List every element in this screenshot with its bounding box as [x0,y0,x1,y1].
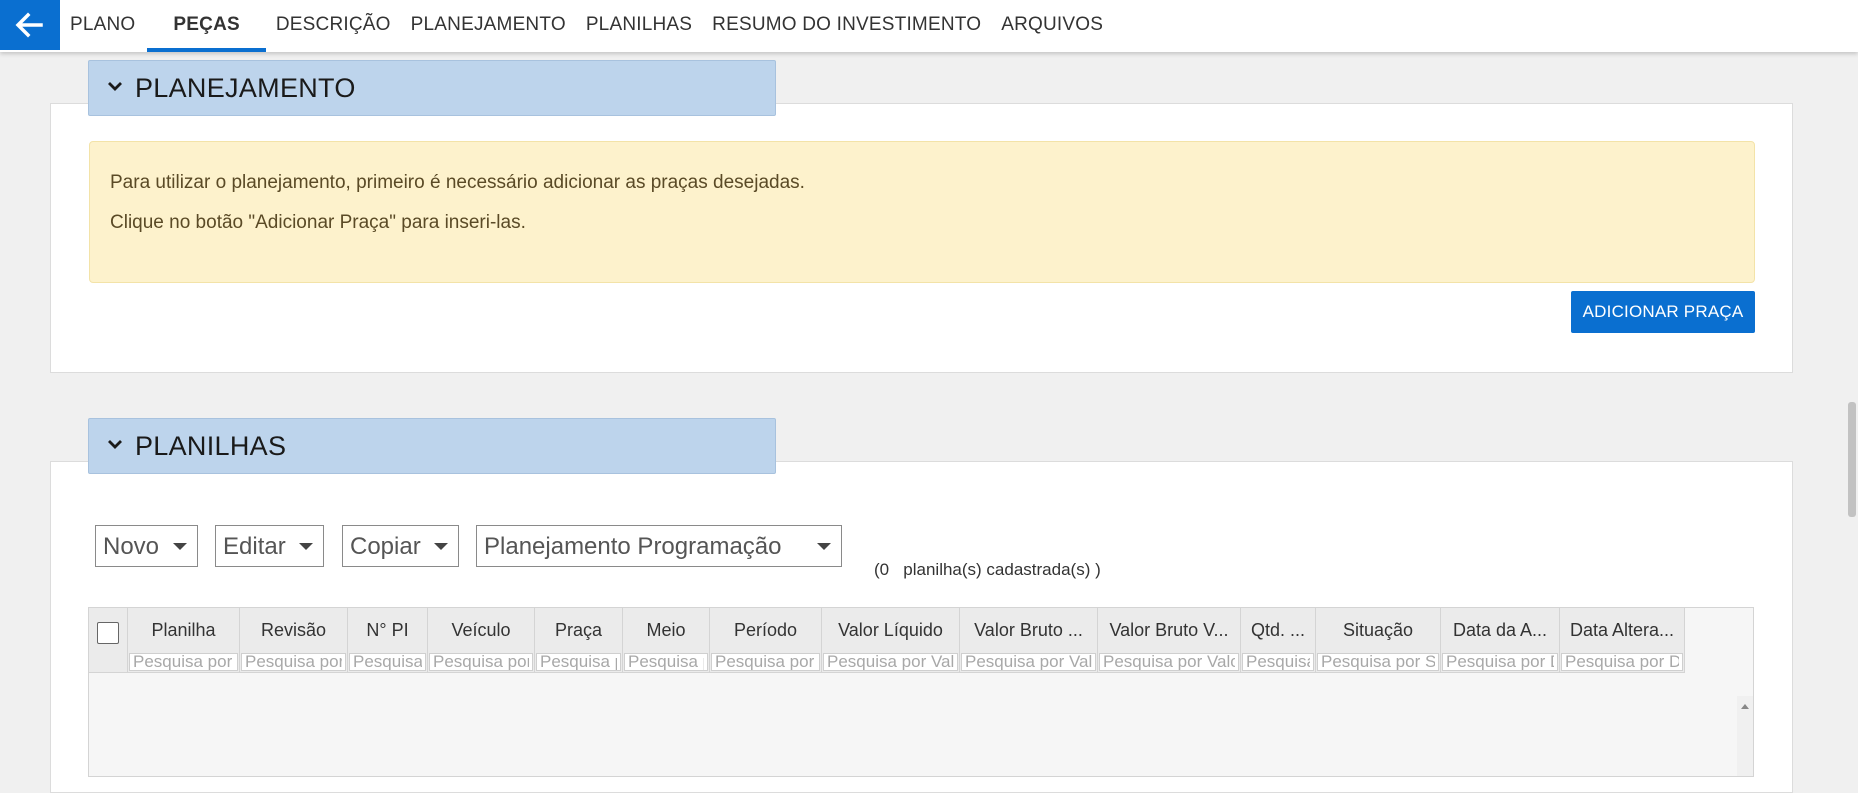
column-header-valor-bruto-v[interactable]: Valor Bruto V... [1098,608,1240,652]
novo-dropdown[interactable]: Novo [95,525,198,567]
column-header-data-alteracao[interactable]: Data Altera... [1560,608,1684,652]
planilhas-grid: Planilha Revisão N° PI Veículo Praça Mei… [88,607,1754,777]
column-valor-bruto-v: Valor Bruto V... [1098,608,1241,672]
page-scrollbar-thumb[interactable] [1848,402,1856,517]
grid-body [89,673,1737,776]
filter-input-data-alteracao[interactable] [1561,653,1683,671]
filter-input-numero-pi[interactable] [349,653,426,671]
tab-plano[interactable]: PLANO [60,0,147,50]
copiar-dropdown[interactable]: Copiar [342,525,459,567]
planejamento-alert: Para utilizar o planejamento, primeiro é… [89,141,1755,283]
column-header-valor-bruto[interactable]: Valor Bruto ... [960,608,1097,652]
filter-input-data-a[interactable] [1442,653,1558,671]
column-praca: Praça [535,608,623,672]
editar-dropdown-label: Editar [223,533,286,560]
planilhas-section-header[interactable]: PLANILHAS [88,418,776,474]
back-button[interactable] [0,0,60,50]
alert-text-line-1: Para utilizar o planejamento, primeiro é… [110,172,805,193]
tab-planejamento[interactable]: PLANEJAMENTO [401,0,576,50]
column-header-situacao[interactable]: Situação [1316,608,1440,652]
caret-down-icon [434,543,448,550]
filter-input-valor-bruto-v[interactable] [1099,653,1239,671]
column-header-quantidade[interactable]: Qtd. ... [1241,608,1315,652]
column-valor-liquido: Valor Líquido [822,608,960,672]
planejamento-programacao-dropdown[interactable]: Planejamento Programação [476,525,842,567]
column-periodo: Período [710,608,822,672]
caret-down-icon [817,543,831,550]
filter-input-meio[interactable] [624,653,708,671]
filter-input-planilha[interactable] [129,653,238,671]
tab-bar: PLANO PEÇAS DESCRIÇÃO PLANEJAMENTO PLANI… [60,0,1113,52]
column-header-veiculo[interactable]: Veículo [428,608,534,652]
planejamento-title: PLANEJAMENTO [135,73,356,103]
tab-descricao[interactable]: DESCRIÇÃO [266,0,401,50]
column-header-meio[interactable]: Meio [623,608,709,652]
column-planilha: Planilha [128,608,240,672]
editar-dropdown[interactable]: Editar [215,525,324,567]
tab-pecas[interactable]: PEÇAS [147,0,266,52]
caret-down-icon [299,543,313,550]
planejamento-section-header[interactable]: PLANEJAMENTO [88,60,776,116]
novo-dropdown-label: Novo [103,533,160,560]
column-header-numero-pi[interactable]: N° PI [348,608,427,652]
tab-resumo-investimento[interactable]: RESUMO DO INVESTIMENTO [702,0,991,50]
select-all-column [89,608,128,672]
scroll-up-arrow-icon[interactable] [1741,704,1749,709]
caret-down-icon [173,543,187,550]
column-header-data-a[interactable]: Data da A... [1441,608,1559,652]
chevron-down-icon [108,82,122,91]
column-quantidade: Qtd. ... [1241,608,1316,672]
tab-planilhas[interactable]: PLANILHAS [576,0,702,50]
grid-header: Planilha Revisão N° PI Veículo Praça Mei… [89,608,1685,673]
column-header-periodo[interactable]: Período [710,608,821,652]
planilha-count: (0 planilha(s) cadastrada(s) ) [874,560,1101,579]
planejamento-programacao-label: Planejamento Programação [484,533,782,560]
filter-input-valor-liquido[interactable] [823,653,958,671]
copiar-dropdown-label: Copiar [350,533,421,560]
column-valor-bruto: Valor Bruto ... [960,608,1098,672]
column-veiculo: Veículo [428,608,535,672]
filter-input-quantidade[interactable] [1242,653,1314,671]
column-header-praca[interactable]: Praça [535,608,622,652]
column-header-revisao[interactable]: Revisão [240,608,347,652]
filter-input-veiculo[interactable] [429,653,533,671]
select-all-checkbox[interactable] [97,622,119,644]
arrow-left-icon [15,12,43,38]
column-meio: Meio [623,608,710,672]
column-header-valor-liquido[interactable]: Valor Líquido [822,608,959,652]
top-navigation: PLANO PEÇAS DESCRIÇÃO PLANEJAMENTO PLANI… [0,0,1858,52]
filter-input-praca[interactable] [536,653,621,671]
chevron-down-icon [108,440,122,449]
column-data-a: Data da A... [1441,608,1560,672]
add-praca-button[interactable]: ADICIONAR PRAÇA [1571,291,1755,333]
alert-text-line-2: Clique no botão "Adicionar Praça" para i… [110,212,526,233]
column-revisao: Revisão [240,608,348,672]
filter-input-revisao[interactable] [241,653,346,671]
column-data-alteracao: Data Altera... [1560,608,1685,672]
filter-input-valor-bruto[interactable] [961,653,1096,671]
grid-vertical-scrollbar[interactable] [1737,696,1753,776]
column-numero-pi: N° PI [348,608,428,672]
filter-input-situacao[interactable] [1317,653,1439,671]
tab-arquivos[interactable]: ARQUIVOS [991,0,1113,50]
page-scrollbar[interactable] [1844,52,1858,771]
column-situacao: Situação [1316,608,1441,672]
column-header-planilha[interactable]: Planilha [128,608,239,652]
planilhas-title: PLANILHAS [135,431,287,461]
filter-input-periodo[interactable] [711,653,820,671]
